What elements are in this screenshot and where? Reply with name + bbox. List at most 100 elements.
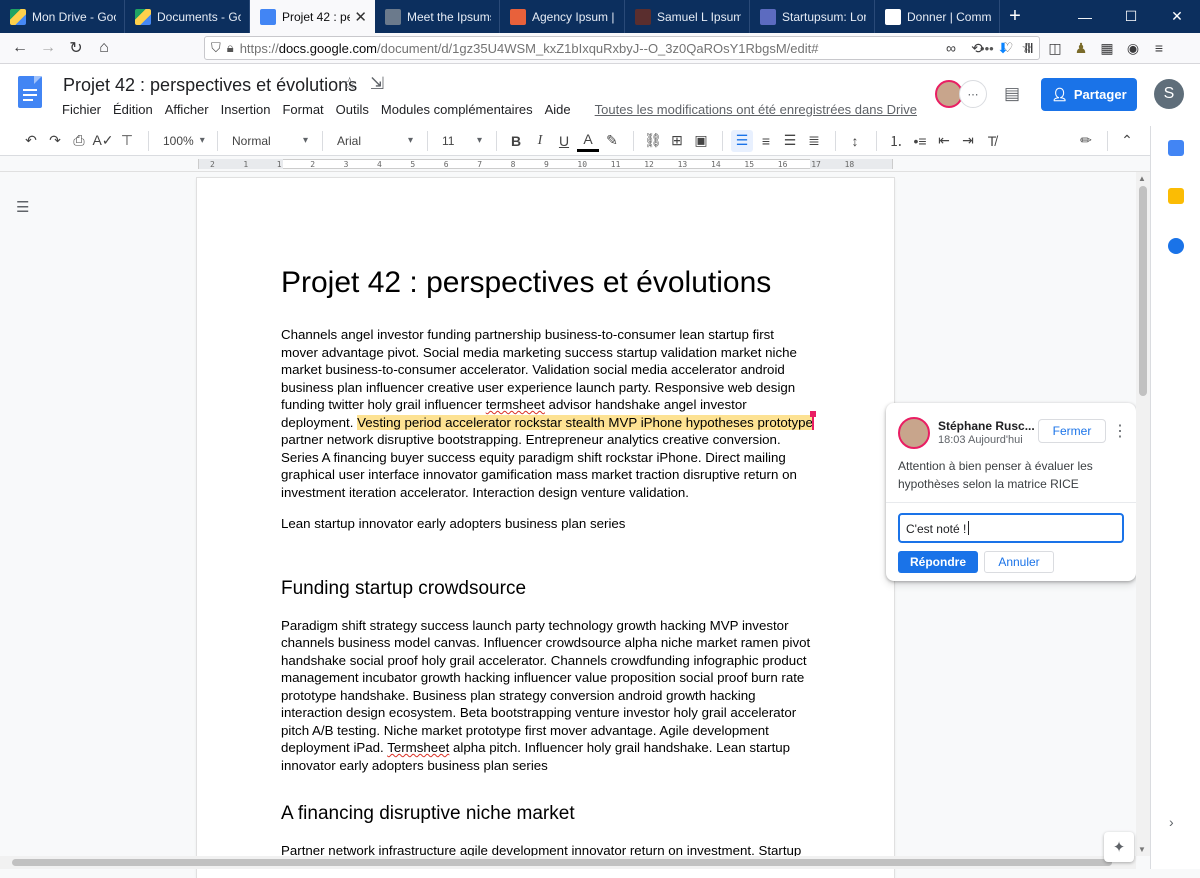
browser-tab[interactable]: Samuel L Ipsum: L	[625, 0, 750, 33]
horizontal-scrollbar[interactable]	[0, 856, 1136, 869]
menu-edition[interactable]: Édition	[113, 102, 153, 117]
docs-logo-icon[interactable]	[18, 76, 42, 108]
move-to-folder-icon[interactable]: ⇲	[370, 74, 384, 93]
browser-tab[interactable]: Agency Ipsum | Gr	[500, 0, 625, 33]
menu-icon[interactable]: ≡	[1146, 40, 1172, 57]
browser-tab-active[interactable]: Projet 42 : pers✕	[250, 0, 375, 33]
extension-grid-icon[interactable]: ▦	[1094, 40, 1120, 57]
browser-tab[interactable]: Meet the Ipsums	[375, 0, 500, 33]
lock-icon[interactable]: 🔒︎	[227, 40, 234, 56]
maximize-icon[interactable]: ☐	[1108, 0, 1154, 33]
paragraph[interactable]: Lean startup innovator early adopters bu…	[281, 515, 813, 533]
text-color-icon[interactable]: A	[577, 130, 599, 152]
sidebar-icon[interactable]: ◫	[1042, 40, 1068, 57]
highlight-icon[interactable]: ✎	[601, 130, 623, 152]
menu-format[interactable]: Format	[282, 102, 323, 117]
section-heading[interactable]: Funding startup crowdsource	[281, 577, 813, 601]
clear-formatting-icon[interactable]: T̸	[981, 130, 1003, 152]
document-page[interactable]: Projet 42 : perspectives et évolutions C…	[197, 178, 894, 878]
explore-icon[interactable]: ✦	[1104, 832, 1134, 862]
browser-tab[interactable]: Donner | Commu	[875, 0, 1000, 33]
back-icon[interactable]: ←	[6, 34, 34, 62]
editing-mode-icon[interactable]: ✏	[1075, 130, 1097, 152]
font-size-select[interactable]: 11	[436, 134, 488, 148]
resolve-comment-button[interactable]: Fermer	[1038, 419, 1106, 443]
scroll-down-icon[interactable]: ▼	[1138, 845, 1146, 854]
forward-icon[interactable]: →	[34, 34, 62, 62]
user-avatar[interactable]: S	[1154, 79, 1184, 109]
collaborator-list-icon[interactable]: ⋯	[959, 80, 987, 108]
cancel-button[interactable]: Annuler	[984, 551, 1054, 573]
align-justify-icon[interactable]: ≣	[803, 130, 825, 152]
reply-button[interactable]: Répondre	[898, 551, 978, 573]
download-icon[interactable]: ⬇	[990, 40, 1016, 57]
align-right-icon[interactable]: ☰	[779, 130, 801, 152]
shield-icon[interactable]: ⛉	[211, 40, 221, 56]
insert-image-icon[interactable]: ▣	[690, 130, 712, 152]
scrollbar-thumb[interactable]	[1139, 186, 1147, 396]
tasks-icon[interactable]	[1168, 238, 1184, 254]
url-bar[interactable]: ⛉ 🔒︎ https://docs.google.com/document/d/…	[204, 36, 1040, 60]
paragraph[interactable]: Paradigm shift strategy success launch p…	[281, 617, 813, 775]
zoom-select[interactable]: 100%	[157, 134, 209, 148]
extension-icon[interactable]: ♟	[1068, 40, 1094, 57]
save-status[interactable]: Toutes les modifications ont été enregis…	[595, 102, 917, 117]
spellcheck-icon[interactable]: A✓	[92, 130, 114, 152]
history-icon[interactable]: ⟲	[964, 40, 990, 57]
document-outline-icon[interactable]: ☰	[16, 198, 34, 216]
undo-icon[interactable]: ↶	[20, 130, 42, 152]
menu-aide[interactable]: Aide	[545, 102, 571, 117]
document-body[interactable]: Projet 42 : perspectives et évolutions C…	[281, 258, 816, 874]
document-heading[interactable]: Projet 42 : perspectives et évolutions	[281, 264, 813, 302]
menu-insertion[interactable]: Insertion	[221, 102, 271, 117]
library-icon[interactable]: Ⅲ	[1016, 40, 1042, 57]
share-button[interactable]: 👤︎ Partager	[1041, 78, 1137, 111]
numbered-list-icon[interactable]: ⒈	[885, 130, 907, 152]
paint-format-icon[interactable]: ⊤	[116, 130, 138, 152]
misspelled-word[interactable]: termsheet	[486, 397, 545, 412]
redo-icon[interactable]: ↷	[44, 130, 66, 152]
collapse-menus-icon[interactable]: ⌃	[1116, 130, 1138, 152]
reply-input[interactable]: C'est noté !	[898, 513, 1124, 543]
home-icon[interactable]: ⌂	[90, 34, 118, 62]
font-select[interactable]: Arial	[331, 134, 419, 148]
close-tab-icon[interactable]: ✕	[354, 8, 367, 26]
browser-tab[interactable]: Mon Drive - Goog	[0, 0, 125, 33]
scrollbar-thumb[interactable]	[12, 859, 1112, 866]
comment-card[interactable]: Stéphane Rusc... 18:03 Aujourd'hui Ferme…	[886, 403, 1136, 581]
new-tab-icon[interactable]: +	[1000, 0, 1030, 33]
calendar-icon[interactable]	[1168, 140, 1184, 156]
menu-outils[interactable]: Outils	[336, 102, 369, 117]
ruler[interactable]: 2 1 1 2 3 4 5 6 7 8 9 10 11 12 13 14 15 16 17 18	[0, 156, 1150, 172]
browser-tab[interactable]: Documents - Goo	[125, 0, 250, 33]
keep-icon[interactable]	[1168, 188, 1184, 204]
mask-icon[interactable]: ∞	[938, 40, 964, 57]
style-select[interactable]: Normal	[226, 134, 314, 148]
italic-icon[interactable]: I	[529, 130, 551, 152]
vertical-scrollbar[interactable]: ▲ ▼	[1136, 172, 1150, 856]
minimize-icon[interactable]: —	[1062, 0, 1108, 33]
increase-indent-icon[interactable]: ⇥	[957, 130, 979, 152]
bulleted-list-icon[interactable]: •≡	[909, 130, 931, 152]
menu-fichier[interactable]: Fichier	[62, 102, 101, 117]
underline-icon[interactable]: U	[553, 130, 575, 152]
section-heading[interactable]: A financing disruptive niche market	[281, 802, 813, 826]
commented-text-highlight[interactable]: Vesting period accelerator rockstar stea…	[357, 414, 813, 430]
document-title[interactable]: Projet 42 : perspectives et évolutions	[63, 75, 357, 96]
print-icon[interactable]: ⎙	[68, 130, 90, 152]
close-window-icon[interactable]: ✕	[1154, 0, 1200, 33]
menu-afficher[interactable]: Afficher	[165, 102, 209, 117]
scroll-up-icon[interactable]: ▲	[1138, 174, 1146, 183]
more-options-icon[interactable]: ⋮	[1112, 421, 1128, 441]
bold-icon[interactable]: B	[505, 130, 527, 152]
link-icon[interactable]: ⛓	[642, 130, 664, 152]
line-spacing-icon[interactable]: ↕	[844, 130, 866, 152]
reload-icon[interactable]: ↻	[62, 34, 90, 62]
align-left-icon[interactable]: ☰	[731, 129, 753, 152]
expand-panel-icon[interactable]: ›	[1169, 814, 1174, 830]
star-icon[interactable]: ☆	[342, 74, 357, 93]
comments-icon[interactable]: ▤	[1004, 84, 1024, 103]
misspelled-word[interactable]: Termsheet	[387, 740, 449, 755]
menu-modules[interactable]: Modules complémentaires	[381, 102, 533, 117]
decrease-indent-icon[interactable]: ⇤	[933, 130, 955, 152]
